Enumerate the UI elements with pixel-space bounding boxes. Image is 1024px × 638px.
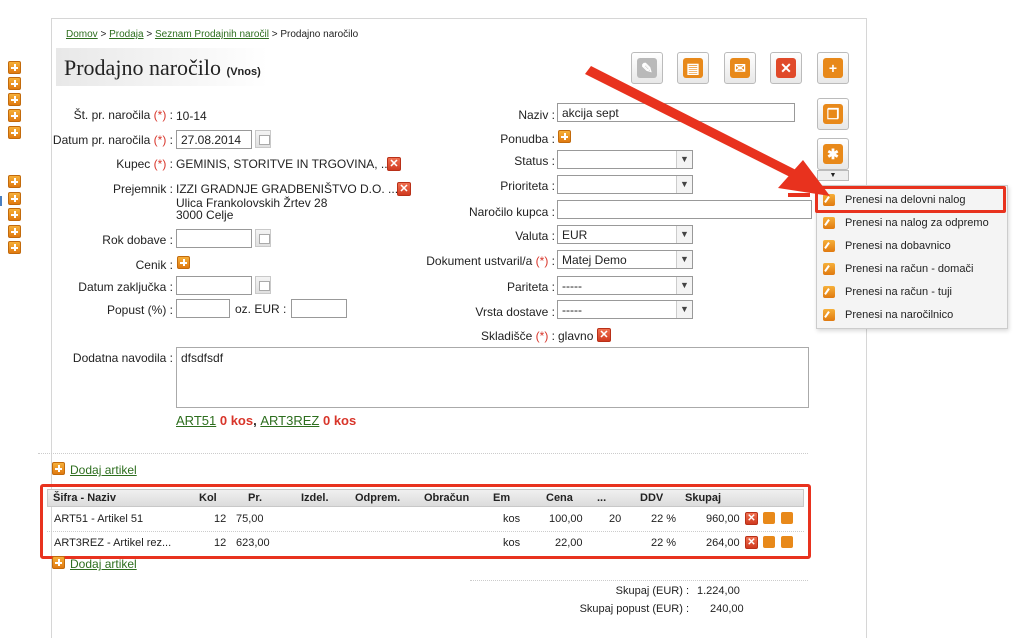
annotation-arrow [585,66,830,196]
arrow-shaft [585,66,800,180]
